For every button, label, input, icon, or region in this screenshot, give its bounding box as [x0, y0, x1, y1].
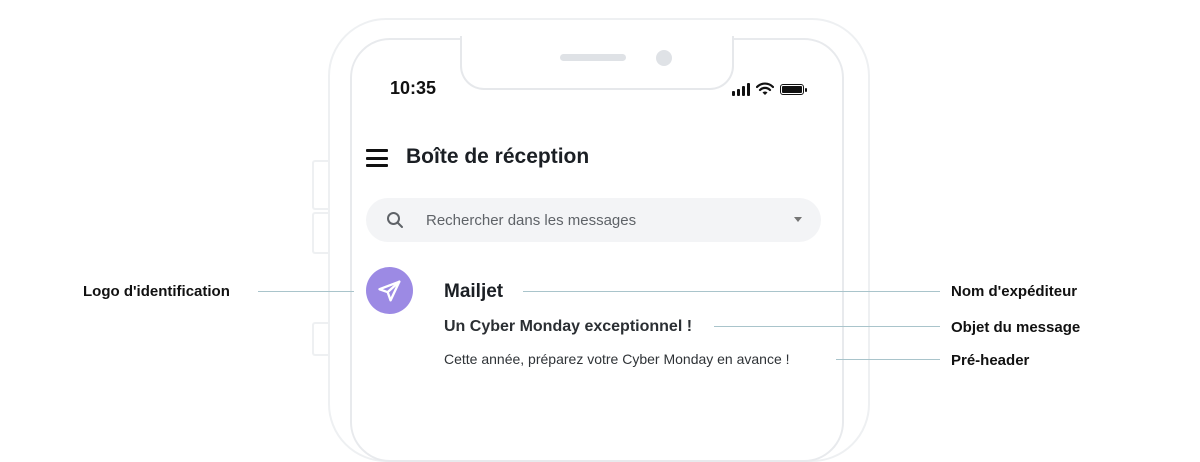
stage: 10:35 Boîte de réception Mailjet — [0, 0, 1200, 462]
wifi-icon — [756, 82, 774, 95]
callout-logo-line — [258, 291, 354, 292]
search-input[interactable] — [426, 198, 786, 242]
status-icons — [732, 80, 807, 98]
battery-icon — [780, 83, 807, 95]
callout-sender-line — [523, 291, 940, 292]
page-title: Boîte de réception — [406, 145, 590, 168]
paper-plane-icon — [377, 280, 400, 301]
search-icon[interactable] — [386, 211, 404, 229]
phone-side-button — [312, 212, 328, 254]
signal-icon — [732, 82, 750, 96]
callout-subject-label: Objet du message — [951, 319, 1081, 336]
speaker-grille — [560, 54, 626, 61]
callout-subject-line — [714, 326, 940, 327]
battery-fill — [782, 85, 802, 93]
phone-side-button — [312, 160, 328, 210]
callout-preheader-label: Pré-header — [951, 352, 1030, 369]
caret-down-icon[interactable] — [794, 217, 802, 222]
menu-icon[interactable] — [366, 149, 388, 167]
email-preheader[interactable]: Cette année, préparez votre Cyber Monday… — [444, 351, 790, 367]
callout-sender-label: Nom d'expéditeur — [951, 283, 1078, 300]
phone-notch — [460, 36, 734, 90]
phone-screen — [350, 38, 844, 462]
phone-side-button — [312, 322, 328, 356]
callout-logo-label: Logo d'identification — [83, 283, 230, 300]
sender-logo[interactable] — [366, 267, 413, 314]
front-camera — [656, 50, 672, 66]
email-sender[interactable]: Mailjet — [444, 281, 503, 303]
callout-preheader-line — [836, 359, 940, 360]
status-time: 10:35 — [390, 78, 437, 98]
email-subject[interactable]: Un Cyber Monday exceptionnel ! — [444, 318, 692, 336]
search-bar[interactable] — [366, 198, 821, 242]
